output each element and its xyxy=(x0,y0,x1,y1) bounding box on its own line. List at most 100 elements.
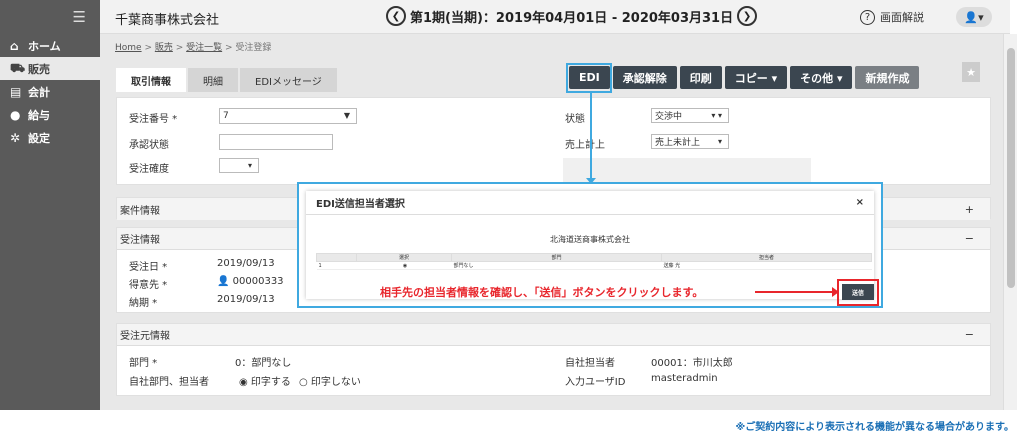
hamburger-menu-icon[interactable]: ☰ xyxy=(0,0,100,34)
input-user-label: 入力ユーザID xyxy=(565,377,626,388)
chevron-down-icon: ▾ ▾ xyxy=(711,111,722,120)
sidebar-item-payroll[interactable]: ● 給与 xyxy=(0,103,100,126)
company-name: 千葉商事株式会社 xyxy=(115,13,220,28)
scrollbar-thumb[interactable] xyxy=(1007,48,1015,288)
order-no-label: 受注番号 * xyxy=(129,114,178,125)
order-info-panel-title: 受注情報 xyxy=(120,235,160,246)
sidebar-item-label: 販売 xyxy=(28,62,50,76)
own-person-value: 00001：市川太郎 xyxy=(651,358,733,369)
approval-field xyxy=(219,134,333,150)
sidebar-item-home[interactable]: ⌂ ホーム xyxy=(0,34,100,57)
sidebar-item-label: 会計 xyxy=(28,85,50,99)
instruction-text: 相手先の担当者情報を確認し、「送信」ボタンをクリックします。 xyxy=(380,286,704,299)
chevron-down-icon: ▾ xyxy=(717,137,722,146)
sidebar-item-label: 給与 xyxy=(28,108,50,122)
order-date-value: 2019/09/13 xyxy=(217,258,275,269)
status-area xyxy=(563,158,811,182)
tab-bar: 取引情報 明細 EDIメッセージ xyxy=(116,68,339,92)
breadcrumb-order-list[interactable]: 受注一覧 xyxy=(186,43,222,53)
dept-value: 0：部門なし xyxy=(235,358,292,369)
customer-label: 得意先 * xyxy=(129,280,168,291)
row-select-radio[interactable]: ◉ xyxy=(356,261,452,270)
print-yes-radio[interactable]: ◉ 印字する xyxy=(239,373,291,388)
modal-highlight-frame: EDI送信担当者選択 × 北海道送商事株式会社 選択 部門 担当者 1 ◉ 部門… xyxy=(297,182,883,308)
edi-highlight-box xyxy=(566,63,612,93)
order-form-panel: 受注番号 * 7 ▼ 承認状態 受注確度 ▾ 状態 交渉中 ▾ ▾ 売上計上 売… xyxy=(116,97,991,185)
star-icon[interactable]: ★ xyxy=(962,62,980,82)
instruction-arrow-line xyxy=(755,291,835,293)
help-button[interactable]: ? 画面解説 xyxy=(860,9,924,25)
action-toolbar: EDI 承認解除 印刷 コピー ▾ その他 ▾ 新規作成 xyxy=(569,66,922,89)
order-no-input[interactable]: 7 ▼ xyxy=(219,108,357,124)
modal-title: EDI送信担当者選択 xyxy=(316,199,405,210)
close-icon[interactable]: × xyxy=(856,197,864,208)
row-person: 送藤 光 xyxy=(661,261,872,270)
next-period-button[interactable]: ❯ xyxy=(737,6,758,26)
modal-company-name: 北海道送商事株式会社 xyxy=(550,235,630,244)
breadcrumb-home[interactable]: Home xyxy=(115,43,142,53)
new-button[interactable]: 新規作成 xyxy=(855,66,920,89)
print-no-radio[interactable]: ○ 印字しない xyxy=(299,373,361,388)
breadcrumb-current: 受注登録 xyxy=(235,43,272,53)
scrollbar[interactable] xyxy=(1003,34,1017,410)
dept-label: 部門 * xyxy=(129,358,158,369)
help-label: 画面解説 xyxy=(880,11,924,24)
table-row[interactable]: 1 ◉ 部門なし 送藤 光 xyxy=(316,261,872,270)
other-button[interactable]: その他 ▾ xyxy=(790,66,853,89)
expand-icon[interactable]: + xyxy=(965,203,990,216)
top-header: 千葉商事株式会社 ❮ 第1期(当期)：2019年04月01日 - 2020年03… xyxy=(100,0,1010,34)
gear-icon: ✲ xyxy=(10,130,21,145)
order-source-panel: 受注元情報 − 部門 * 0：部門なし 自社部門、担当者 ◉ 印字する ○ 印字… xyxy=(116,323,991,396)
print-button[interactable]: 印刷 xyxy=(679,66,722,89)
sidebar-item-label: 設定 xyxy=(28,131,50,145)
status-label: 状態 xyxy=(565,114,585,125)
money-bag-icon: ● xyxy=(10,107,21,122)
cart-icon: ⛟ xyxy=(10,60,26,75)
prev-period-button[interactable]: ❮ xyxy=(386,6,406,26)
copy-button[interactable]: コピー ▾ xyxy=(724,66,788,89)
breadcrumb-sales[interactable]: 販売 xyxy=(155,43,173,53)
calculator-icon: ▤ xyxy=(10,84,22,99)
due-date-label: 納期 * xyxy=(129,298,158,309)
table-header-dept: 部門 xyxy=(451,253,662,262)
tab-edi-message[interactable]: EDIメッセージ xyxy=(240,68,337,92)
period-label: 第1期(当期)：2019年04月01日 - 2020年03月31日 xyxy=(410,10,734,26)
person-icon: 👤 xyxy=(217,276,230,287)
question-icon: ? xyxy=(860,9,875,25)
row-dept: 部門なし xyxy=(451,261,662,270)
user-icon: 👤▾ xyxy=(964,10,984,24)
order-source-panel-head[interactable]: 受注元情報 − xyxy=(117,324,990,346)
status-value: 交渉中 xyxy=(655,112,683,122)
confirm-label: 受注確度 xyxy=(129,164,169,175)
sidebar: ☰ ⌂ ホーム ⛟ 販売 ▤ 会計 ● 給与 ✲ 設定 xyxy=(0,0,100,410)
sales-select[interactable]: 売上未計上 ▾ xyxy=(651,134,729,149)
collapse-icon[interactable]: − xyxy=(965,232,990,245)
send-button[interactable]: 送信 xyxy=(842,284,874,300)
sidebar-item-label: ホーム xyxy=(28,39,61,53)
footnote: ※ご契約内容により表示される機能が異なる場合があります。 xyxy=(735,422,1014,433)
confirm-select[interactable]: ▾ xyxy=(219,158,259,173)
row-number: 1 xyxy=(316,261,357,270)
modal-title-bar: EDI送信担当者選択 × xyxy=(306,191,874,215)
collapse-icon[interactable]: − xyxy=(965,328,990,341)
sales-label: 売上計上 xyxy=(565,140,605,151)
tab-transaction-info[interactable]: 取引情報 xyxy=(116,68,186,92)
status-select[interactable]: 交渉中 ▾ ▾ xyxy=(651,108,729,123)
chevron-down-icon: ▾ xyxy=(247,161,252,170)
order-no-value: 7 xyxy=(223,111,229,121)
unapprove-button[interactable]: 承認解除 xyxy=(612,66,677,89)
own-person-label: 自社担当者 xyxy=(565,358,615,369)
sidebar-item-accounting[interactable]: ▤ 会計 xyxy=(0,80,100,103)
table-header-select: 選択 xyxy=(356,253,452,262)
due-date-value: 2019/09/13 xyxy=(217,294,275,305)
sidebar-item-settings[interactable]: ✲ 設定 xyxy=(0,126,100,149)
table-header-person: 担当者 xyxy=(661,253,872,262)
recipient-table: 選択 部門 担当者 1 ◉ 部門なし 送藤 光 xyxy=(316,253,872,270)
customer-value: 👤 00000333 xyxy=(217,276,284,287)
home-icon: ⌂ xyxy=(10,38,19,53)
sidebar-item-sales[interactable]: ⛟ 販売 xyxy=(0,57,100,80)
input-user-value: masteradmin xyxy=(651,373,718,384)
tab-details[interactable]: 明細 xyxy=(188,68,238,92)
user-menu-button[interactable]: 👤▾ xyxy=(956,7,992,27)
edi-recipient-modal: EDI送信担当者選択 × 北海道送商事株式会社 選択 部門 担当者 1 ◉ 部門… xyxy=(306,191,879,306)
